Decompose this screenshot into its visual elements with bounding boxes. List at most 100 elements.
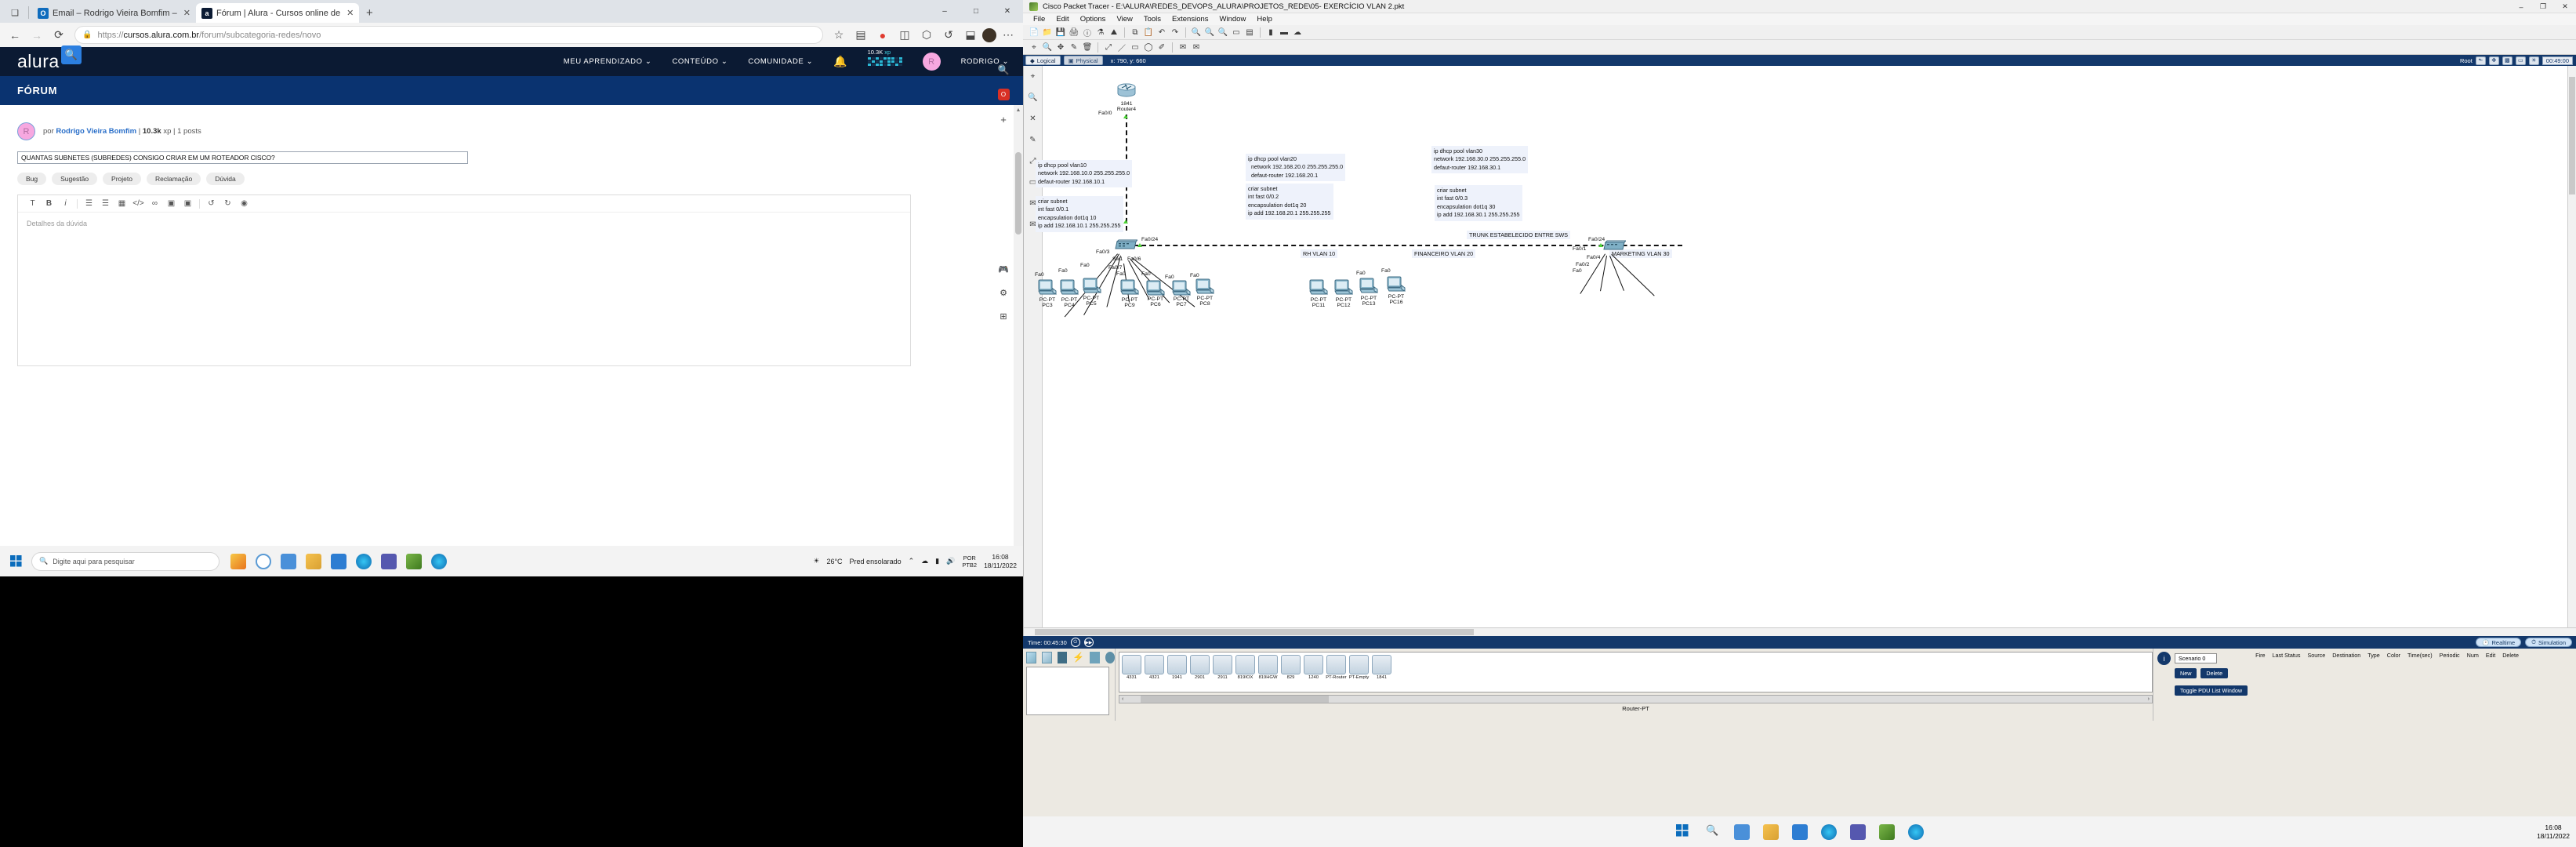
note-vlan30-subinterface[interactable]: criar subnet int fast 0/0.3 encapsulatio… — [1435, 185, 1522, 221]
page-scrollbar[interactable]: ▲ ▼ — [1014, 105, 1023, 559]
language-indicator[interactable]: POR PTB2 — [962, 554, 977, 569]
office-icon[interactable]: O — [997, 89, 1010, 100]
network-icon[interactable]: ▮ — [1264, 26, 1277, 38]
info-icon[interactable]: ⓘ — [1081, 26, 1094, 38]
power-cycle-icon[interactable]: ⏻ — [1070, 638, 1080, 647]
device-router-1841[interactable] — [1116, 83, 1137, 100]
copy-icon[interactable]: ⧉ — [1129, 26, 1141, 38]
windows-start-icon[interactable] — [1675, 823, 1692, 840]
tab-logical[interactable]: ◆ Logical — [1025, 56, 1061, 65]
cluster-icon[interactable]: ▬ — [1278, 26, 1290, 38]
avatar[interactable]: R — [922, 53, 941, 71]
bold-icon[interactable]: B — [41, 196, 57, 212]
device-model-4331[interactable]: 4331 — [1121, 655, 1142, 680]
device-pc[interactable] — [1171, 280, 1192, 297]
browser-tab-alura[interactable]: a Fórum | Alura - Cursos online de ✕ — [195, 3, 360, 23]
scrollbar-thumb[interactable] — [1035, 629, 1474, 635]
volume-icon[interactable]: 🔊 — [946, 557, 955, 565]
windows-start-icon[interactable] — [0, 546, 31, 576]
bell-icon[interactable]: 🔔 — [833, 55, 847, 68]
device-model-1941[interactable]: 1941 — [1166, 655, 1188, 680]
chip-bug[interactable]: Bug — [17, 173, 47, 185]
italic-icon[interactable]: i — [57, 196, 74, 212]
menu-options[interactable]: Options — [1075, 15, 1112, 24]
device-pc[interactable] — [1333, 279, 1354, 296]
device-pc[interactable] — [1119, 279, 1140, 296]
chip-reclamacao[interactable]: Reclamação — [146, 173, 201, 185]
taskview-icon[interactable] — [1733, 823, 1750, 840]
collections-icon[interactable]: ▤ — [851, 25, 871, 45]
envelope-simple-icon[interactable]: ✉ — [1177, 41, 1189, 53]
close-button[interactable]: ✕ — [2554, 0, 2576, 13]
select-icon[interactable]: ⌖ — [1028, 41, 1040, 53]
components-icon[interactable] — [1057, 652, 1068, 663]
custom-devices-icon[interactable]: ▤ — [1243, 26, 1256, 38]
onedrive-icon[interactable]: ☁ — [921, 557, 928, 565]
device-model-2911[interactable]: 2911 — [1212, 655, 1233, 680]
envelope-complex-icon[interactable]: ✉ — [1190, 41, 1203, 53]
reload-icon[interactable]: ⟳ — [49, 25, 69, 45]
settings-icon[interactable]: ⚙ — [1000, 288, 1007, 298]
app-icon-edge-active[interactable] — [1907, 823, 1924, 840]
chip-sugestao[interactable]: Sugestão — [52, 173, 98, 185]
delete-tool-icon[interactable]: ✕ — [1027, 112, 1039, 125]
zoom-reset-icon[interactable]: 🔍 — [1203, 26, 1216, 38]
tab-physical[interactable]: ▣ Physical — [1063, 56, 1103, 65]
image-icon[interactable]: ▣ — [163, 196, 180, 212]
device-pc[interactable] — [1386, 276, 1406, 293]
device-model-1841[interactable]: 1841 — [1371, 655, 1392, 680]
magnifier-icon[interactable]: 🔍 — [1041, 41, 1054, 53]
address-bar[interactable]: 🔒 https://cursos.alura.com.br/forum/subc… — [74, 26, 823, 44]
scrollbar-thumb[interactable] — [1015, 152, 1021, 234]
nav-item-comunidade[interactable]: COMUNIDADE ⌄ — [748, 57, 813, 66]
multiuser-icon[interactable] — [1105, 652, 1115, 663]
move-object-icon[interactable]: ✥ — [2488, 56, 2499, 65]
search-icon[interactable]: 🔍 — [61, 45, 82, 64]
logical-workspace[interactable]: ⌖ 🔍 ✕ ✎ ⤢ ▭ ✉ ✉ 1841 Router4 Fa0/0 Fa0/2 — [1023, 66, 2576, 636]
print-icon[interactable]: 🖨 — [1068, 26, 1080, 38]
app-icon-edge[interactable] — [1820, 823, 1837, 840]
add-tool-icon[interactable]: + — [1000, 114, 1007, 125]
activity-wizard-icon[interactable]: ⚗ — [1094, 26, 1107, 38]
back-icon[interactable]: ← — [5, 25, 25, 45]
profile-avatar[interactable] — [982, 27, 996, 42]
alura-logo[interactable]: alura — [17, 51, 60, 72]
zoom-in-icon[interactable]: 🔍 — [1190, 26, 1203, 38]
device-model-pt-empty[interactable]: PT-Empty — [1348, 655, 1370, 680]
history-icon[interactable]: ↺ — [938, 25, 959, 45]
taskbar-clock[interactable]: 16:08 18/11/2022 — [984, 553, 1017, 569]
device-pc[interactable] — [1195, 278, 1215, 296]
network-icon[interactable]: ▮ — [935, 557, 939, 565]
menu-help[interactable]: Help — [1251, 15, 1278, 24]
draw-rect-icon[interactable]: ▭ — [1129, 41, 1141, 53]
menu-tools[interactable]: Tools — [1138, 15, 1166, 24]
new-cluster-icon[interactable]: ⬑ — [2475, 56, 2486, 65]
workspace-horizontal-scrollbar[interactable] — [1024, 627, 2576, 636]
post-title-input[interactable]: QUANTAS SUBNETES (SUBREDES) CONSIGO CRIA… — [17, 151, 468, 164]
media-icon[interactable]: ▣ — [180, 196, 196, 212]
palette-scrollbar[interactable]: ‹ › — [1119, 695, 2153, 703]
app-icon-explorer[interactable] — [306, 553, 321, 569]
scroll-right-icon[interactable]: › — [2148, 696, 2150, 702]
record-icon[interactable]: ● — [873, 25, 893, 45]
app-icon-teams[interactable] — [1849, 823, 1866, 840]
note-vlan30-dhcp[interactable]: ip dhcp pool vlan30 network 192.168.30.0… — [1431, 146, 1529, 174]
menu-window[interactable]: Window — [1214, 15, 1252, 24]
device-model-819hgw[interactable]: 819HGW — [1257, 655, 1279, 680]
device-switch-right[interactable] — [1602, 240, 1627, 253]
device-model-1240[interactable]: 1240 — [1303, 655, 1324, 680]
device-model-pt-router[interactable]: PT-Router — [1326, 655, 1347, 680]
minimize-button[interactable]: – — [929, 0, 960, 23]
post-body-textarea[interactable]: Detalhes da dúvida — [18, 213, 910, 365]
note-vlan20-dhcp[interactable]: ip dhcp pool vlan20 network 192.168.20.0… — [1246, 154, 1346, 182]
search-icon[interactable]: 🔍 — [998, 64, 1010, 75]
app-icon-teams[interactable] — [381, 553, 397, 569]
network-devices-icon[interactable] — [1026, 652, 1036, 663]
scroll-up-icon[interactable]: ▲ — [1014, 105, 1023, 115]
extensions-icon[interactable]: ⬡ — [916, 25, 937, 45]
undo-icon[interactable]: ↺ — [203, 196, 220, 212]
device-model-4321[interactable]: 4321 — [1144, 655, 1165, 680]
viewport-icon[interactable]: ▭ — [2515, 56, 2526, 65]
more-options-icon[interactable]: ⋯ — [998, 25, 1018, 45]
preview-icon[interactable]: ◉ — [236, 196, 252, 212]
